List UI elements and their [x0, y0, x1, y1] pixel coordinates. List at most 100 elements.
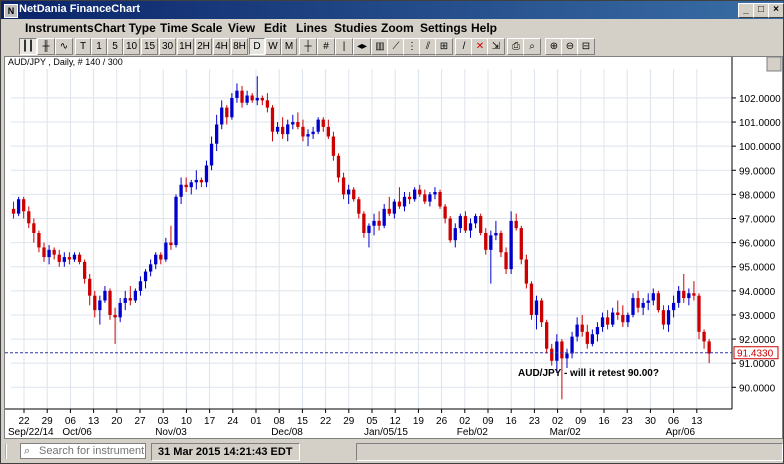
period-t-button[interactable]: T — [75, 38, 91, 55]
close-button[interactable]: × — [768, 3, 784, 18]
candle-body — [661, 310, 666, 325]
period-d-button[interactable]: D — [249, 38, 265, 55]
candle-body — [382, 208, 386, 226]
candle-body — [37, 232, 41, 248]
chart-annotation: AUD/JPY - will it retest 90.00? — [518, 368, 659, 379]
candle-body — [250, 95, 254, 101]
candle-body — [494, 232, 498, 236]
candle-body — [402, 196, 407, 207]
y-tick-label: 96.0000 — [739, 239, 776, 250]
candle-body — [275, 126, 280, 132]
candle-body — [372, 220, 376, 226]
period-1h-button[interactable]: 1H — [177, 38, 194, 55]
period-5-button[interactable]: 5 — [107, 38, 123, 55]
period-10-button[interactable]: 10 — [123, 38, 140, 55]
bar-chart-icon[interactable]: ┃┃ — [19, 38, 37, 55]
x-tick-label: 10 — [181, 416, 193, 427]
candle-body — [11, 208, 16, 214]
x-month-label: Jan/05/15 — [364, 427, 408, 438]
candle-body — [321, 119, 325, 127]
menu-chart-type[interactable]: Chart Type — [94, 21, 156, 35]
candle-body — [16, 199, 21, 214]
candle-body — [336, 155, 341, 178]
candle-body — [605, 317, 610, 325]
period-1-button[interactable]: 1 — [91, 38, 107, 55]
y-tick-label: 101.0000 — [739, 118, 781, 129]
candle-body — [154, 254, 158, 265]
search-input[interactable] — [20, 443, 146, 459]
candle-body — [347, 189, 351, 195]
zoom-reset-icon[interactable]: ⊟ — [577, 38, 595, 55]
candle-body — [423, 194, 427, 202]
candle-body — [524, 259, 529, 284]
menu-instruments[interactable]: Instruments — [25, 21, 94, 35]
x-tick-label: 08 — [274, 416, 286, 427]
y-tick-label: 102.0000 — [739, 94, 781, 105]
menu-help[interactable]: Help — [471, 21, 497, 35]
menu-time-scale[interactable]: Time Scale — [160, 21, 222, 35]
properties-icon[interactable]: ⇲ — [487, 38, 505, 55]
candle-body — [550, 348, 554, 361]
candle-body — [62, 257, 66, 262]
maximize-button[interactable]: □ — [753, 3, 769, 18]
find-icon[interactable]: ⌕ — [523, 38, 541, 55]
minimize-button[interactable]: _ — [738, 3, 754, 18]
candle-body — [316, 119, 320, 132]
app-icon: N — [4, 4, 18, 18]
candle-body — [301, 126, 305, 137]
period-15-button[interactable]: 15 — [141, 38, 158, 55]
y-tick-label: 94.0000 — [739, 287, 776, 298]
candle-body — [387, 208, 391, 214]
period-2h-button[interactable]: 2H — [195, 38, 212, 55]
period-m-button[interactable]: M — [281, 38, 297, 55]
candle-body — [123, 298, 127, 303]
line-chart-icon[interactable]: ∿ — [55, 38, 73, 55]
grid-icon[interactable]: # — [317, 38, 335, 55]
candle-body — [377, 220, 381, 226]
candle-body — [184, 184, 188, 188]
candle-body — [199, 179, 204, 183]
candle-body — [326, 126, 330, 137]
x-tick-label: 29 — [42, 416, 54, 427]
x-tick-label: 22 — [320, 416, 332, 427]
vertical-line-icon[interactable]: | — [335, 38, 353, 55]
candle-body — [174, 196, 178, 246]
period-30-button[interactable]: 30 — [159, 38, 176, 55]
candle-body — [128, 298, 132, 301]
menu-settings[interactable]: Settings — [420, 21, 467, 35]
candle-body — [575, 324, 579, 337]
chart-area[interactable]: 90.0000 91.0000 92.0000 93.0000 94.0000 95.00… — [4, 56, 783, 439]
menu-zoom[interactable]: Zoom — [381, 21, 414, 35]
candle-body — [600, 317, 605, 328]
arrows-icon[interactable]: ◂▸ — [353, 38, 371, 55]
candle-body — [22, 199, 26, 212]
candle-body — [707, 341, 711, 354]
chart-resize-handle — [766, 57, 782, 72]
candlestick-icon[interactable]: ╫ — [37, 38, 55, 55]
candle-body — [93, 295, 97, 311]
menu-lines[interactable]: Lines — [296, 21, 327, 35]
candle-body — [413, 189, 417, 200]
candle-body — [255, 97, 259, 101]
candle-body — [636, 298, 640, 308]
x-tick-label: 17 — [204, 416, 216, 427]
candle-body — [453, 228, 457, 241]
candle-body — [539, 300, 544, 323]
candle-body — [77, 254, 82, 262]
menu-view[interactable]: View — [228, 21, 255, 35]
x-tick-label: 22 — [18, 416, 30, 427]
gann-icon[interactable]: ⊞ — [435, 38, 453, 55]
candle-body — [220, 107, 224, 125]
x-tick-label: 20 — [111, 416, 123, 427]
candle-body — [52, 249, 56, 255]
price-chart[interactable]: 90.0000 91.0000 92.0000 93.0000 94.0000 95.00… — [5, 57, 782, 438]
candle-body — [67, 257, 72, 260]
period-w-button[interactable]: W — [265, 38, 281, 55]
candle-body — [397, 201, 402, 207]
candle-body — [514, 220, 518, 229]
crosshair-icon[interactable]: ┼ — [299, 38, 317, 55]
menu-edit[interactable]: Edit — [264, 21, 287, 35]
menu-studies[interactable]: Studies — [334, 21, 377, 35]
period-8h-button[interactable]: 8H — [231, 38, 248, 55]
period-4h-button[interactable]: 4H — [213, 38, 230, 55]
